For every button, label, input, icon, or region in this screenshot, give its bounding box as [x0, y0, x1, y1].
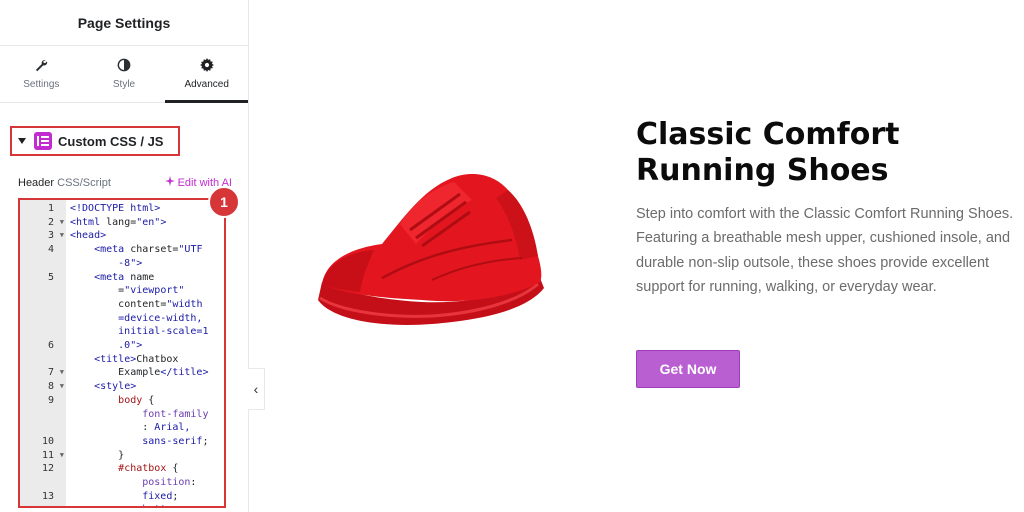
settings-tabs: Settings Style Advanced — [0, 46, 248, 103]
get-now-button[interactable]: Get Now — [636, 350, 740, 388]
custom-css-js-section-toggle[interactable]: Custom CSS / JS — [10, 126, 180, 156]
product-title: Classic Comfort Running Shoes — [636, 117, 900, 188]
line-number-gutter: 1 2 ▼ 3 ▼ 4 5 6 7 ▼ 8 ▼ 9 10 11 ▼ 12 13 — [20, 200, 66, 506]
line-number: 7 ▼ — [47, 366, 64, 380]
fold-arrow-icon[interactable]: ▼ — [60, 449, 64, 463]
field-label-rest: CSS/Script — [54, 176, 111, 189]
tab-settings[interactable]: Settings — [0, 46, 83, 102]
line-number: 1 — [47, 203, 54, 214]
tab-advanced[interactable]: Advanced — [165, 46, 248, 103]
line-number: 4 — [47, 244, 54, 256]
line-number: 11 ▼ — [41, 449, 64, 463]
tab-style[interactable]: Style — [83, 46, 166, 102]
red-running-shoe-image — [318, 174, 544, 325]
panel-header: Page Settings — [0, 0, 248, 46]
section-label: Custom CSS / JS — [58, 133, 164, 149]
tab-style-label: Style — [112, 79, 136, 90]
line-number: 10 — [41, 435, 54, 447]
line-number — [20, 284, 66, 298]
fold-arrow-icon[interactable]: ▼ — [60, 380, 64, 394]
sparkle-icon — [164, 176, 175, 189]
line-number: 2 ▼ — [47, 216, 64, 230]
line-number — [20, 353, 66, 367]
page-settings-panel: Page Settings Settings Style Advanced Cu… — [0, 0, 249, 512]
line-number: 8 ▼ — [47, 380, 64, 394]
line-number — [20, 298, 66, 312]
chevron-left-icon: ‹ — [253, 381, 259, 397]
fold-arrow-icon[interactable]: ▼ — [60, 216, 64, 230]
header-css-script-field: Header CSS/Script Edit with AI — [18, 176, 232, 189]
line-number — [20, 312, 66, 326]
panel-title: Page Settings — [77, 14, 171, 31]
tab-settings-label: Settings — [23, 79, 60, 90]
code-content[interactable]: <!DOCTYPE html> <html lang="en"> <head> … — [66, 200, 209, 506]
line-number: 12 — [41, 463, 54, 475]
step-number-badge: 1 — [208, 186, 240, 218]
tab-advanced-label: Advanced — [184, 79, 229, 90]
line-number: 3 ▼ — [47, 229, 64, 243]
field-label: Header CSS/Script — [18, 177, 111, 189]
line-number — [20, 476, 66, 490]
wrench-icon — [34, 58, 48, 72]
line-number: 6 — [47, 340, 54, 352]
line-number — [20, 257, 66, 271]
line-number — [20, 421, 66, 435]
half-circle-icon — [117, 58, 131, 72]
elementor-badge-icon — [34, 132, 52, 150]
line-number: 13 — [41, 490, 54, 502]
product-description: Step into comfort with the Classic Comfo… — [636, 206, 1014, 295]
collapse-panel-button[interactable]: ‹ — [248, 368, 265, 410]
caret-down-icon — [18, 138, 26, 144]
line-number: 5 — [47, 271, 54, 283]
gear-icon — [199, 58, 214, 72]
line-number — [20, 325, 66, 339]
code-editor[interactable]: 1 2 ▼ 3 ▼ 4 5 6 7 ▼ 8 ▼ 9 10 11 ▼ 12 13 <!DOCTYPE ht… — [18, 198, 226, 508]
fold-arrow-icon[interactable]: ▼ — [60, 366, 64, 380]
line-number — [20, 408, 66, 422]
fold-arrow-icon[interactable]: ▼ — [60, 229, 64, 243]
line-number: 9 — [47, 394, 54, 406]
field-label-bold: Header — [18, 176, 55, 189]
